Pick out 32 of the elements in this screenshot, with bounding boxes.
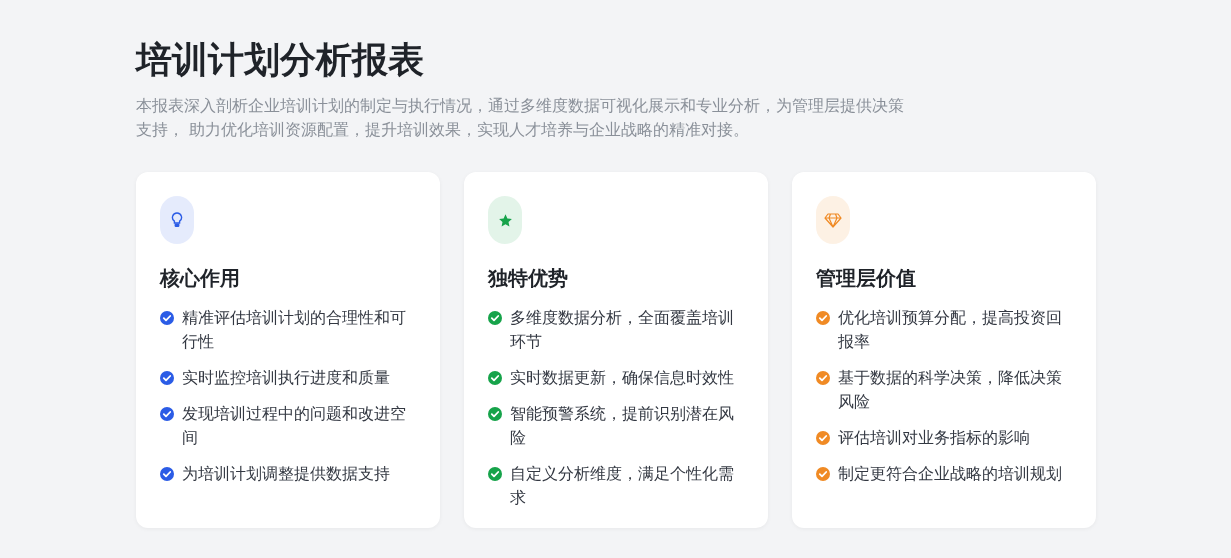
feature-text: 智能预警系统，提前识别潜在风险 <box>510 403 735 449</box>
card-heading: 核心作用 <box>160 265 240 292</box>
check-circle-icon <box>488 311 502 325</box>
feature-text: 精准评估培训计划的合理性和可行性 <box>182 307 407 353</box>
check-circle-icon <box>816 467 830 481</box>
feature-text: 制定更符合企业战略的培训规划 <box>838 463 1062 485</box>
check-circle-icon <box>160 467 174 481</box>
feature-text: 实时数据更新，确保信息时效性 <box>510 367 734 389</box>
page-title: 培训计划分析报表 <box>136 38 424 82</box>
lightbulb-icon <box>171 212 183 228</box>
diamond-icon <box>824 212 842 228</box>
feature-text: 优化培训预算分配，提高投资回报率 <box>838 307 1063 353</box>
check-circle-icon <box>816 311 830 325</box>
check-circle-icon <box>488 407 502 421</box>
feature-text: 多维度数据分析，全面覆盖培训环节 <box>510 307 735 353</box>
check-circle-icon <box>488 467 502 481</box>
card-heading: 独特优势 <box>488 265 568 292</box>
feature-text: 自定义分析维度，满足个性化需求 <box>510 463 735 509</box>
page-description: 本报表深入剖析企业培训计划的制定与执行情况，通过多维度数据可视化展示和专业分析，为管理层提供决策支持， 助力优化培训资源配置，提升培训效果，实现人才培养与企业战略的精准对接。 <box>136 96 905 141</box>
check-circle-icon <box>816 371 830 385</box>
feature-text: 评估培训对业务指标的影响 <box>838 427 1030 449</box>
feature-text: 发现培训过程中的问题和改进空间 <box>182 403 407 449</box>
check-circle-icon <box>160 371 174 385</box>
card-heading: 管理层价值 <box>816 265 916 292</box>
check-circle-icon <box>816 431 830 445</box>
feature-text: 为培训计划调整提供数据支持 <box>182 463 390 485</box>
feature-text: 基于数据的科学决策，降低决策风险 <box>838 367 1063 413</box>
feature-text: 实时监控培训执行进度和质量 <box>182 367 390 389</box>
star-icon <box>497 212 513 228</box>
check-circle-icon <box>160 407 174 421</box>
check-circle-icon <box>160 311 174 325</box>
check-circle-icon <box>488 371 502 385</box>
